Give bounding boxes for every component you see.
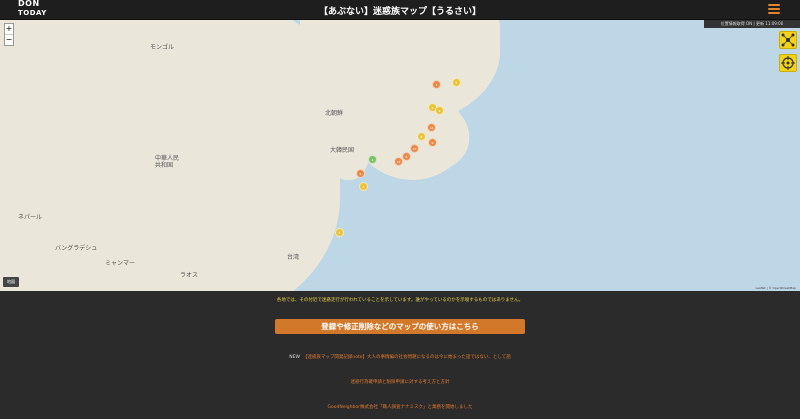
cluster-marker[interactable]: 3 xyxy=(359,182,368,191)
map-attribution: Leaflet | © OpenStreetMap xyxy=(755,286,796,290)
map-view[interactable]: モンゴル 中華人民 共和国 北朝鮮 大韓民国 台湾 ラオス ミャンマー バングラ… xyxy=(0,20,800,291)
header-bar: DON TODAY 【あぶない】迷惑族マップ【うるさい】 xyxy=(0,0,800,20)
news-link-3[interactable]: GoodNeighbor株式会社「職人調査ナナミスク」と業務を開始しました xyxy=(0,404,800,410)
zoom-control: + − xyxy=(4,23,14,46)
zoom-in-button[interactable]: + xyxy=(5,24,13,35)
zoom-out-button[interactable]: − xyxy=(5,35,13,45)
cluster-marker[interactable]: 5 xyxy=(452,78,461,87)
page-title: 【あぶない】迷惑族マップ【うるさい】 xyxy=(318,7,481,17)
label-laos: ラオス xyxy=(180,272,199,279)
notice-text: 各地では、その付近で迷惑走行が行われていることを示しています。誰がやっているのか… xyxy=(276,298,524,303)
status-indicator: 位置情報取得 ON | 更新 11:09:00 xyxy=(704,20,800,28)
layer-toggle-button[interactable]: 地図 xyxy=(3,277,19,287)
cluster-marker[interactable]: 8 xyxy=(402,152,411,161)
cluster-marker[interactable]: 1 xyxy=(335,228,344,237)
label-north-korea: 北朝鮮 xyxy=(325,110,344,117)
label-south-korea: 大韓民国 xyxy=(330,147,355,154)
cluster-marker[interactable]: 12 xyxy=(427,123,436,132)
cluster-marker[interactable]: 15 xyxy=(410,144,419,153)
cluster-marker[interactable]: 4 xyxy=(356,169,365,178)
label-china: 中華人民 共和国 xyxy=(155,155,180,169)
howto-button[interactable]: 登録や修正削除などのマップの使い方はこちら xyxy=(275,319,525,334)
cluster-marker[interactable]: 7 xyxy=(432,80,441,89)
label-taiwan: 台湾 xyxy=(287,254,300,261)
cluster-marker[interactable]: 6 xyxy=(417,132,426,141)
label-mongolia: モンゴル xyxy=(150,44,175,51)
news-link-1[interactable]: NEW 【迷惑族マップ開発記録note】大人の事情編の社会問題になるのは今に始まっ… xyxy=(0,354,800,360)
content-area: 各地では、その付近で迷惑走行が行われていることを示しています。誰がやっているのか… xyxy=(0,291,800,419)
new-badge: NEW xyxy=(289,355,300,360)
cluster-marker[interactable]: 9 xyxy=(428,138,437,147)
news-link-2[interactable]: 迷惑行為確申請と削除申請に対する考え方と方針 xyxy=(0,379,800,385)
network-icon xyxy=(781,33,795,47)
label-bangladesh: バングラデシュ xyxy=(55,245,98,252)
hamburger-menu-icon[interactable] xyxy=(768,4,780,16)
crosshair-icon xyxy=(781,56,795,70)
news-link-1-text: 【迷惑族マップ開発記録note】大人の事情編の社会問題になるのは今に始まった話で… xyxy=(302,355,511,360)
locate-me-button[interactable] xyxy=(779,54,797,72)
share-network-button[interactable] xyxy=(779,31,797,49)
cluster-marker[interactable]: 4 xyxy=(435,106,444,115)
cluster-marker[interactable]: 22 xyxy=(394,157,403,166)
label-myanmar: ミャンマー xyxy=(105,260,136,267)
cluster-marker[interactable]: 2 xyxy=(368,155,377,164)
label-nepal: ネパール xyxy=(18,214,43,221)
